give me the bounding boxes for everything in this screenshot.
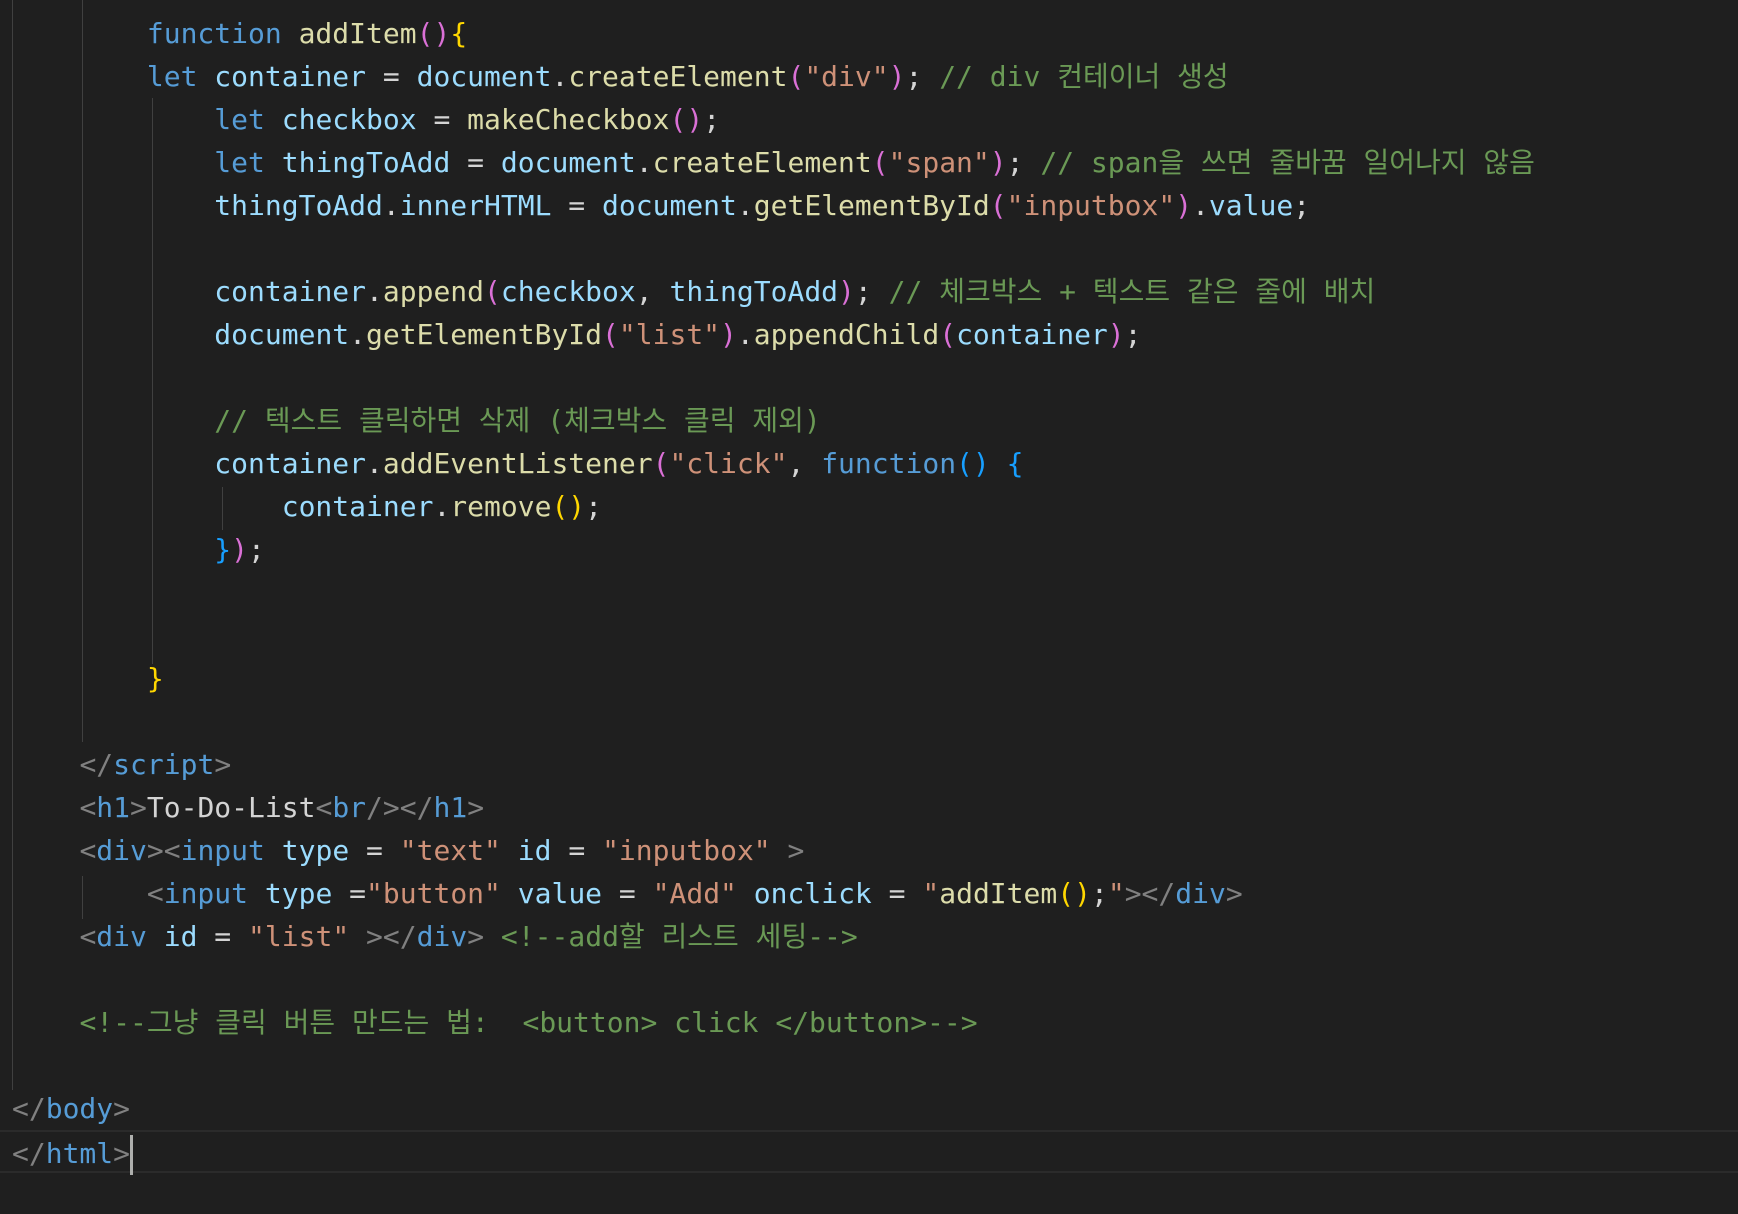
string-token: "span" (888, 146, 990, 179)
code-line: <input type ="button" value = "Add" oncl… (146, 877, 1243, 910)
tag-token: div (96, 834, 147, 867)
keyword-token: let (214, 146, 265, 179)
variable-token: thingToAdd (669, 275, 839, 308)
string-token: "div" (804, 60, 889, 93)
tag-token: script (113, 748, 215, 781)
code-line: let thingToAdd = document.createElement(… (214, 146, 1535, 179)
function-token: addItem (298, 17, 417, 50)
text-token: To-Do-List (146, 791, 316, 824)
variable-token: thingToAdd (281, 146, 451, 179)
code-line: <div><input type = "text" id = "inputbox… (79, 834, 805, 867)
keyword-token: let (214, 103, 265, 136)
code-line: container.addEventListener("click", func… (214, 447, 1024, 480)
function-token: addItem (939, 877, 1058, 910)
variable-token: checkbox (500, 275, 636, 308)
string-token: "list" (248, 920, 350, 953)
code-line: <!--그냥 클릭 버튼 만드는 법: <button> click </but… (12, 1001, 978, 1044)
string-token: "inputbox" (602, 834, 771, 867)
string-token: "click" (669, 447, 788, 480)
tag-token: h1 (96, 791, 131, 824)
string-token: " (922, 877, 940, 910)
attribute-token: type (264, 877, 333, 910)
tag-token: body (45, 1092, 114, 1125)
comment-token: // 텍스트 클릭하면 삭제 (체크박스 클릭 제외) (214, 404, 821, 437)
code-line: <div id = "list" ></div> <!--add할 리스트 세팅… (79, 920, 858, 953)
keyword-token: let (146, 60, 198, 93)
variable-token: thingToAdd (214, 189, 383, 222)
tag-token: div (1175, 877, 1226, 910)
code-line: }); (214, 533, 265, 566)
function-token: addEventListener (382, 447, 653, 480)
tag-token: div (416, 920, 468, 953)
code-line: </body> (12, 1092, 131, 1125)
code-line: </script> (79, 748, 232, 781)
comment-token: // div 컨테이너 생성 (939, 60, 1229, 93)
tag-token: h1 (433, 791, 468, 824)
comment-token: // span을 쓰면 줄바꿈 일어나지 않음 (1040, 146, 1535, 179)
attribute-token: onclick (753, 877, 872, 910)
variable-token: document (214, 318, 350, 351)
keyword-token: function (146, 17, 282, 50)
comment-token: <!--그냥 클릭 버튼 만드는 법: <button> click </but… (79, 1006, 978, 1039)
variable-token: document (500, 146, 636, 179)
function-token: makeCheckbox (467, 103, 670, 136)
keyword-token: function (821, 447, 957, 480)
code-line: thingToAdd.innerHTML = document.getEleme… (214, 189, 1311, 222)
text-cursor (130, 1135, 134, 1175)
variable-token: container (214, 447, 367, 480)
variable-token: innerHTML (399, 189, 552, 222)
variable-token: document (602, 189, 737, 222)
comment-token: <!--add할 리스트 세팅--> (500, 920, 858, 953)
function-token: getElementById (753, 189, 990, 222)
attribute-token: id (517, 834, 552, 867)
string-token: "Add" (652, 877, 737, 910)
variable-token: container (214, 275, 367, 308)
tag-token: input (163, 877, 249, 910)
attribute-token: id (163, 920, 198, 953)
string-token: "inputbox" (1006, 189, 1176, 222)
code-line: let checkbox = makeCheckbox(); (214, 103, 721, 136)
comment-token: // 체크박스 + 텍스트 같은 줄에 배치 (888, 275, 1376, 308)
code-line: <h1>To-Do-List<br/></h1> (79, 791, 485, 824)
string-token: "button" (366, 877, 501, 910)
function-token: createElement (568, 60, 788, 93)
code-line: function addItem(){ (146, 17, 468, 50)
attribute-token: value (517, 877, 603, 910)
string-token: "text" (399, 834, 501, 867)
function-token: appendChild (753, 318, 940, 351)
variable-token: container (281, 490, 434, 523)
function-token: remove (450, 490, 552, 523)
function-token: append (382, 275, 485, 308)
variable-token: container (214, 60, 367, 93)
string-token: " (1107, 877, 1125, 910)
function-token: createElement (652, 146, 872, 179)
code-line: } (146, 662, 164, 695)
current-line[interactable]: </html> (0, 1130, 1738, 1175)
variable-token: checkbox (281, 103, 417, 136)
attribute-token: type (281, 834, 350, 867)
variable-token: container (956, 318, 1108, 351)
string-token: "list" (618, 318, 721, 351)
variable-token: document (416, 60, 552, 93)
code-line: // 텍스트 클릭하면 삭제 (체크박스 클릭 제외) (12, 399, 821, 442)
code-line: container.remove(); (281, 490, 603, 523)
variable-token: value (1208, 189, 1294, 222)
code-line: document.getElementById("list").appendCh… (214, 318, 1142, 351)
tag-token: div (96, 920, 147, 953)
function-token: getElementById (366, 318, 603, 351)
tag-token: html (45, 1137, 114, 1170)
code-editor[interactable]: function addItem(){ let container = docu… (0, 0, 1738, 1214)
tag-token: br (332, 791, 367, 824)
code-line: let container = document.createElement("… (146, 60, 1229, 93)
code-line: container.append(checkbox, thingToAdd); … (214, 275, 1376, 308)
tag-token: input (180, 834, 265, 867)
